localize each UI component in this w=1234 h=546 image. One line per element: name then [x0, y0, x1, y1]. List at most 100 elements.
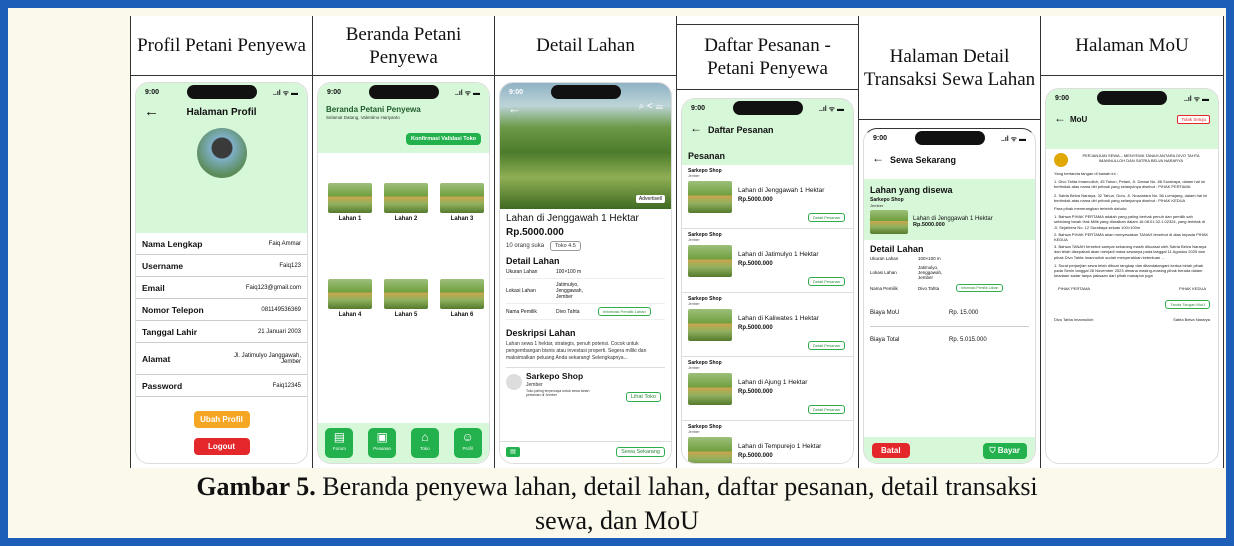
detail-row: Lokasi Lahan Jatimulyo, Jenggawah, Jember — [506, 279, 665, 304]
lahan-thumbnail — [384, 279, 428, 309]
lahan-card[interactable]: Lahan 5 — [384, 279, 428, 318]
lahan-label: Lahan 1 — [338, 216, 362, 222]
phone-detail: 9:00 ← ⌕ < ☰ Advertisell Lahan di Jengga… — [499, 82, 672, 464]
back-arrow-icon[interactable]: ← — [872, 151, 884, 165]
page-title: Halaman Profil — [186, 107, 257, 118]
order-detail-button[interactable]: Detail Pesanan — [807, 405, 845, 414]
header-transaction: Halaman Detail Transaksi Sewa Lahan — [859, 16, 1040, 120]
phone-orders: 9:00 ..ıl ᯤ ▬ ← Daftar Pesanan Pesanan S… — [681, 98, 854, 464]
validation-button[interactable]: Konfirmasi Validasi Toko — [406, 133, 481, 145]
phone-transaction: 9:00 ..ıl ᯤ ▬ ← Sewa Sekarang Lahan yang… — [863, 128, 1036, 464]
profile-row: Email Faiq123@gmail.com — [136, 277, 307, 299]
trans-title: Sewa Sekarang — [890, 155, 957, 165]
rent-now-button[interactable]: Sewa Sekarang — [616, 447, 665, 457]
lahan-card[interactable]: Lahan 4 — [328, 279, 372, 318]
nav-profile[interactable]: ☺ Profil — [453, 428, 482, 458]
profile-row: Nomor Telepon 081149536369 — [136, 299, 307, 321]
orders-icon: ▣ — [376, 430, 388, 444]
order-thumbnail — [688, 373, 732, 405]
lahan-card[interactable]: Lahan 3 — [440, 183, 484, 222]
profile-row-value: Faiq12345 — [272, 382, 301, 389]
column-home: Beranda Petani Penyewa 9:00 ..ıl ᯤ ▬ Ber… — [312, 16, 494, 468]
lahan-card[interactable]: Lahan 1 — [328, 183, 372, 222]
profile-row-value: Jl. Jatimulyo Janggawah, Jember — [233, 352, 301, 365]
order-detail-button[interactable]: Detail Pesanan — [807, 277, 845, 286]
figure-caption: Gambar 5. Beranda penyewa lahan, detail … — [196, 472, 1038, 501]
chat-icon[interactable]: ▤ — [506, 447, 520, 457]
profile-row-value: 081149536369 — [261, 306, 301, 313]
phone-mou: 9:00 ..ıl ᯤ ▬ ← MoU Tolak Setuju PERJANJ… — [1045, 88, 1219, 464]
lahan-label: Lahan 3 — [450, 216, 474, 222]
reject-button[interactable]: Tolak Setuju — [1177, 115, 1210, 124]
header-detail: Detail Lahan — [495, 16, 676, 76]
profile-row-label: Email — [142, 282, 165, 293]
owner-info-button[interactable]: Informasi Pemilik Lahan — [956, 284, 1004, 292]
cancel-button[interactable]: Batal — [872, 443, 910, 458]
back-arrow-icon[interactable]: ← — [1054, 111, 1066, 125]
wallet-icon: ⛉ — [989, 446, 998, 455]
order-thumbnail — [688, 437, 732, 463]
profile-row: Password Faiq12345 — [136, 375, 307, 397]
order-detail-button[interactable]: Detail Pesanan — [807, 213, 845, 222]
avatar — [196, 128, 247, 178]
lahan-thumbnail — [440, 183, 484, 213]
profile-row: Nama Lengkap Faiq Ammar — [136, 233, 307, 255]
profile-row-label: Password — [142, 380, 183, 391]
land-photo: 9:00 ← ⌕ < ☰ Advertisell — [500, 83, 671, 209]
rating-badge: Toko 4.5 — [550, 241, 581, 251]
nav-forum[interactable]: ▤ Forum — [325, 428, 354, 458]
lahan-thumbnail — [440, 279, 484, 309]
trans-row: Nama Pemilik Divo Tahta Informasi Pemilik … — [870, 282, 1029, 294]
owner-info-button[interactable]: Informasi Pemilik Lahan — [598, 307, 651, 316]
header-mou: Halaman MoU — [1041, 16, 1223, 76]
lahan-thumbnail — [328, 183, 372, 213]
column-detail: Detail Lahan 9:00 ← ⌕ < ☰ Advertisell La… — [494, 16, 676, 468]
header-home: Beranda Petani Penyewa — [313, 16, 494, 76]
back-arrow-icon[interactable]: ← — [508, 101, 521, 116]
lahan-thumbnail — [328, 279, 372, 309]
lahan-label: Lahan 6 — [450, 312, 474, 318]
lahan-label: Lahan 2 — [394, 216, 418, 222]
lahan-label: Lahan 4 — [338, 312, 362, 318]
trans-row: Ukuran Lahan 100×100 m — [870, 256, 941, 261]
profile-row-value: 21 Januari 2003 — [257, 328, 301, 335]
order-detail-button[interactable]: Detail Pesanan — [807, 341, 845, 350]
figure-table: Profil Petani Penyewa 9:00 ..ıl ᯤ ▬ ← Ha… — [130, 16, 1224, 468]
profile-row-label: Username — [142, 260, 184, 271]
order-item: Sarkepo Shop Jember Lahan di Ajung 1 Hekta… — [682, 357, 853, 421]
lahan-thumbnail — [384, 183, 428, 213]
see-shop-button[interactable]: Lihat Toko — [626, 392, 661, 402]
share-icon[interactable]: ⌕ < ☰ — [639, 101, 664, 112]
sign-mou-button[interactable]: Tanda Tangan MoU — [1165, 299, 1210, 309]
edit-profile-button[interactable]: Ubah Profil — [193, 411, 250, 428]
order-thumbnail — [688, 245, 732, 277]
profile-icon: ☺ — [461, 430, 474, 444]
profile-row-label: Alamat — [142, 353, 171, 364]
profile-row: Tanggal Lahir 21 Januari 2003 — [136, 321, 307, 343]
orders-title: Daftar Pesanan — [708, 125, 774, 135]
detail-row: Ukuran Lahan 100×100 m — [506, 266, 665, 279]
lahan-card[interactable]: Lahan 2 — [384, 183, 428, 222]
figure-caption-line2: sewa, dan MoU — [535, 506, 699, 535]
nav-orders[interactable]: ▣ Pesanan — [368, 428, 397, 458]
back-arrow-icon[interactable]: ← — [690, 121, 702, 135]
order-item: Sarkepo Shop Jember Lahan di Kaliwates 1 H… — [682, 293, 853, 357]
lahan-card[interactable]: Lahan 6 — [440, 279, 484, 318]
profile-row-label: Nama Lengkap — [142, 238, 203, 249]
lahan-label: Lahan 5 — [394, 312, 418, 318]
forum-icon: ▤ — [333, 430, 346, 444]
seal-icon — [1054, 153, 1068, 167]
profile-row-label: Nomor Telepon — [142, 304, 204, 315]
mou-title: MoU — [1070, 115, 1088, 124]
land-name: Lahan di Jenggawah 1 Hektar — [506, 213, 639, 224]
column-transaction: Halaman Detail Transaksi Sewa Lahan 9:00… — [858, 16, 1040, 468]
home-title: Beranda Petani Penyewa — [326, 105, 421, 114]
order-thumbnail — [688, 181, 732, 213]
column-orders: Daftar Pesanan - Petani Penyewa 9:00 ..ı… — [676, 16, 858, 468]
logout-button[interactable]: Logout — [193, 438, 250, 455]
column-mou: Halaman MoU 9:00 ..ıl ᯤ ▬ ← MoU Tolak Se… — [1040, 16, 1224, 468]
pay-button[interactable]: ⛉ Bayar — [982, 443, 1027, 459]
phone-profile: 9:00 ..ıl ᯤ ▬ ← Halaman Profil Nama Leng… — [135, 82, 308, 464]
column-profile: Profil Petani Penyewa 9:00 ..ıl ᯤ ▬ ← Ha… — [130, 16, 312, 468]
nav-store[interactable]: ⌂ Toko — [410, 428, 439, 458]
